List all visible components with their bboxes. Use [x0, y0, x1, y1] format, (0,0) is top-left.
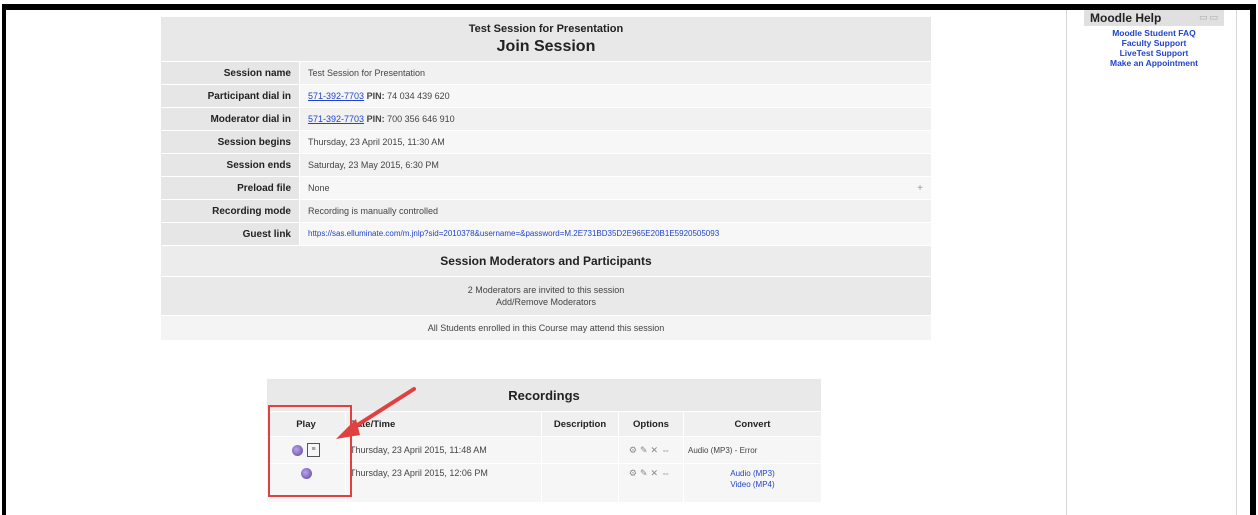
session-details-table: Test Session for Presentation Join Sessi… [160, 16, 932, 341]
options-icons[interactable]: ⚙✎✕⇔ [629, 468, 673, 478]
recording-options: ⚙✎✕⇔ [618, 436, 684, 464]
help-link-student-faq[interactable]: Moodle Student FAQ [1084, 28, 1224, 38]
help-link-faculty-support[interactable]: Faculty Support [1084, 38, 1224, 48]
help-link-appointment[interactable]: Make an Appointment [1084, 58, 1224, 68]
label-session-begins: Session begins [160, 130, 300, 154]
help-link-livetest-support[interactable]: LiveTest Support [1084, 48, 1224, 58]
guest-link[interactable]: https://sas.elluminate.com/m.jnlp?sid=20… [308, 229, 719, 238]
column-divider [1066, 10, 1067, 515]
label-moderator-dial-in: Moderator dial in [160, 107, 300, 131]
col-options: Options [618, 411, 684, 437]
convert-links: Audio (MP3) Video (MP4) [683, 463, 822, 503]
students-attend-text: All Students enrolled in this Course may… [160, 315, 932, 341]
moodle-help-block: Moodle Help ▭▭ Moodle Student FAQ Facult… [1084, 10, 1224, 68]
moderator-pin-label: PIN: [366, 114, 385, 124]
convert-video-link[interactable]: Video (MP4) [688, 479, 817, 490]
join-session-heading: Join Session [496, 38, 596, 55]
moderators-cell: 2 Moderators are invited to this session… [160, 276, 932, 316]
value-recording-mode: Recording is manually controlled [299, 199, 932, 223]
recording-description [541, 463, 619, 503]
value-moderator-dial-in: 571-392-7703 PIN: 700 356 646 910 [299, 107, 932, 131]
session-header: Test Session for Presentation Join Sessi… [160, 16, 932, 62]
help-title: Moodle Help [1090, 11, 1162, 25]
column-divider [1236, 10, 1237, 515]
label-preload-file: Preload file [160, 176, 300, 200]
col-description: Description [541, 411, 619, 437]
label-session-name: Session name [160, 61, 300, 85]
value-participant-dial-in: 571-392-7703 PIN: 74 034 439 620 [299, 84, 932, 108]
convert-status: Audio (MP3) - Error [683, 436, 822, 464]
add-remove-moderators-link[interactable]: Add/Remove Moderators [162, 296, 930, 308]
col-convert: Convert [683, 411, 822, 437]
moderator-phone-link[interactable]: 571-392-7703 [308, 114, 364, 124]
add-preload-icon[interactable]: + [917, 183, 923, 194]
label-recording-mode: Recording mode [160, 199, 300, 223]
participants-heading: Session Moderators and Participants [160, 245, 932, 277]
session-title: Test Session for Presentation [468, 23, 624, 35]
recording-date: Thursday, 23 April 2015, 12:06 PM [345, 463, 542, 503]
moderators-invited-text: 2 Moderators are invited to this session [467, 285, 625, 295]
label-session-ends: Session ends [160, 153, 300, 177]
help-block-header: Moodle Help ▭▭ [1084, 10, 1224, 26]
recording-description [541, 436, 619, 464]
options-icons[interactable]: ⚙✎✕⇔ [629, 445, 673, 455]
participant-pin: 74 034 439 620 [387, 91, 450, 101]
value-session-ends: Saturday, 23 May 2015, 6:30 PM [299, 153, 932, 177]
label-guest-link: Guest link [160, 222, 300, 246]
moderator-pin: 700 356 646 910 [387, 114, 455, 124]
label-participant-dial-in: Participant dial in [160, 84, 300, 108]
participant-phone-link[interactable]: 571-392-7703 [308, 91, 364, 101]
value-preload-file: None + [299, 176, 932, 200]
block-controls-icon[interactable]: ▭▭ [1199, 12, 1220, 23]
preload-file-value: None [308, 182, 330, 193]
recording-options: ⚙✎✕⇔ [618, 463, 684, 503]
annotation-arrow-icon [336, 387, 416, 439]
value-guest-link: https://sas.elluminate.com/m.jnlp?sid=20… [299, 222, 932, 246]
value-session-name: Test Session for Presentation [299, 61, 932, 85]
participant-pin-label: PIN: [366, 91, 385, 101]
convert-audio-link[interactable]: Audio (MP3) [688, 468, 817, 479]
value-session-begins: Thursday, 23 April 2015, 11:30 AM [299, 130, 932, 154]
help-links: Moodle Student FAQ Faculty Support LiveT… [1084, 26, 1224, 68]
